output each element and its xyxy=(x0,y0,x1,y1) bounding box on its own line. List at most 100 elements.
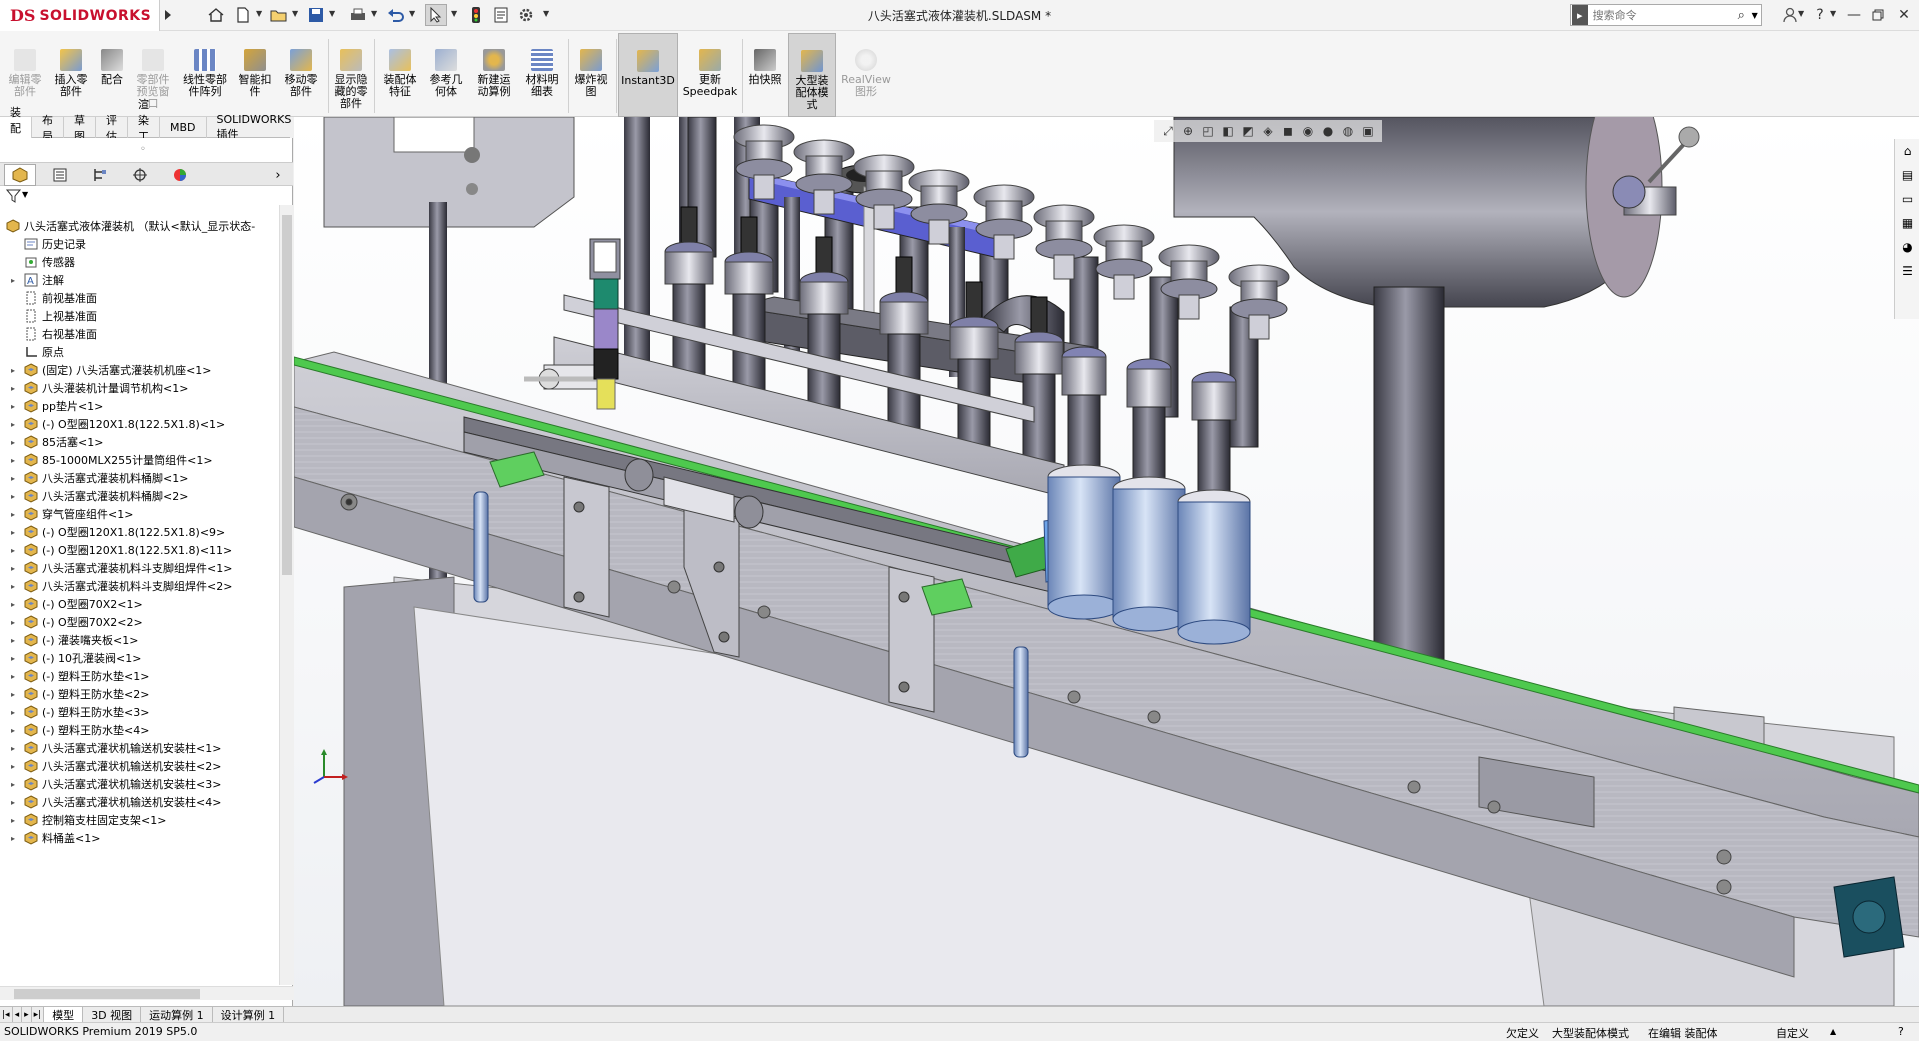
view-orientation-icon[interactable]: ◈ xyxy=(1258,122,1278,140)
undo-dropdown-icon[interactable]: ▼ xyxy=(409,9,415,18)
panel-expand-icon[interactable]: › xyxy=(266,164,290,186)
tree-item[interactable]: ▸ (-) 灌装嘴夹板<1> xyxy=(0,631,278,649)
previous-view-icon[interactable]: ◰ xyxy=(1198,122,1218,140)
tree-item[interactable]: ▸ 八头活塞式灌状机输送机安装柱<2> xyxy=(0,757,278,775)
search-icon[interactable]: ⌕ xyxy=(1738,8,1752,23)
expand-arrow-icon[interactable]: ▸ xyxy=(8,618,18,627)
edit-component-button[interactable]: 编辑零 部件 xyxy=(2,33,48,117)
solidworks-resources-icon[interactable]: ⌂ xyxy=(1895,139,1919,163)
show-hidden-components-button[interactable]: 显示隐 藏的零 部件 xyxy=(330,33,372,117)
undo-icon[interactable] xyxy=(385,4,407,26)
save-icon[interactable] xyxy=(305,4,327,26)
exploded-view-button[interactable]: 爆炸视 图 xyxy=(570,33,612,117)
search-dropdown-icon[interactable]: ▼ xyxy=(1752,11,1761,20)
tree-item[interactable]: 历史记录 xyxy=(0,235,278,253)
tree-item[interactable]: ▸ (-) O型圈70X2<2> xyxy=(0,613,278,631)
display-manager-tab-icon[interactable] xyxy=(164,164,196,186)
tab-motion-study[interactable]: 运动算例 1 xyxy=(141,1007,213,1023)
print-dropdown-icon[interactable]: ▼ xyxy=(371,9,377,18)
display-style-icon[interactable]: ◼ xyxy=(1278,122,1298,140)
rebuild-traffic-light-icon[interactable] xyxy=(465,4,487,26)
realview-graphics-button[interactable]: RealView 图形 xyxy=(838,33,894,117)
custom-properties-icon[interactable]: ☰ xyxy=(1895,259,1919,283)
smart-fasteners-button[interactable]: 智能扣 件 xyxy=(234,33,276,117)
property-manager-tab-icon[interactable] xyxy=(44,164,76,186)
menu-expand-icon[interactable] xyxy=(162,6,174,24)
tree-item[interactable]: ▸ 八头活塞式灌装机料斗支脚组焊件<2> xyxy=(0,577,278,595)
search-commands[interactable]: ▸ ⌕ ▼ xyxy=(1570,4,1762,26)
large-assembly-mode-button[interactable]: 大型装 配体模 式 xyxy=(788,33,836,117)
tab-evaluate[interactable]: 评估 xyxy=(96,114,128,143)
expand-arrow-icon[interactable]: ▸ xyxy=(8,474,18,483)
expand-arrow-icon[interactable]: ▸ xyxy=(8,726,18,735)
tab-nav-last-icon[interactable]: ▸| xyxy=(32,1007,45,1023)
tab-solidworks-addins[interactable]: SOLIDWORKS 插件 xyxy=(207,113,303,141)
tab-model[interactable]: 模型 xyxy=(44,1007,84,1023)
tree-root-assembly[interactable]: 八头活塞式液体灌装机 （默认<默认_显示状态- xyxy=(0,217,278,235)
tree-item[interactable]: ▸ pp垫片<1> xyxy=(0,397,278,415)
tree-item[interactable]: ▸ (-) O型圈120X1.8(122.5X1.8)<9> xyxy=(0,523,278,541)
zoom-to-fit-icon[interactable]: ⤢ xyxy=(1158,122,1178,140)
restore-icon[interactable] xyxy=(1866,4,1890,26)
zoom-area-icon[interactable]: ⊕ xyxy=(1178,122,1198,140)
options-dropdown-icon[interactable]: ▼ xyxy=(543,9,549,18)
help-icon[interactable]: ? xyxy=(1808,4,1832,26)
units-dropdown-icon[interactable]: ▲ xyxy=(1830,1027,1836,1036)
tree-item[interactable]: 右视基准面 xyxy=(0,325,278,343)
search-scope-icon[interactable]: ▸ xyxy=(1572,5,1588,25)
help-status-icon[interactable]: ? xyxy=(1898,1025,1904,1038)
user-dropdown-icon[interactable]: ▼ xyxy=(1798,9,1804,18)
tab-nav-next-icon[interactable]: ▸ xyxy=(22,1007,32,1023)
tab-nav-prev-icon[interactable]: ◂ xyxy=(13,1007,23,1023)
insert-component-button[interactable]: 插入零 部件 xyxy=(48,33,94,117)
tree-item[interactable]: 传感器 xyxy=(0,253,278,271)
expand-arrow-icon[interactable]: ▸ xyxy=(8,492,18,501)
tree-item[interactable]: ▸ (-) O型圈120X1.8(122.5X1.8)<1> xyxy=(0,415,278,433)
tree-item[interactable]: 上视基准面 xyxy=(0,307,278,325)
home-icon[interactable] xyxy=(205,4,227,26)
dimxpert-tab-icon[interactable] xyxy=(124,164,156,186)
scrollbar-thumb[interactable] xyxy=(14,989,200,999)
tree-item[interactable]: ▸ 控制箱支柱固定支架<1> xyxy=(0,811,278,829)
feature-manager-tab-icon[interactable] xyxy=(4,164,36,186)
new-document-icon[interactable] xyxy=(232,4,254,26)
options-gear-icon[interactable] xyxy=(515,4,537,26)
assembly-features-button[interactable]: 装配体 特征 xyxy=(378,33,422,117)
help-dropdown-icon[interactable]: ▼ xyxy=(1830,9,1836,18)
filter-dropdown-icon[interactable]: ▼ xyxy=(22,190,28,199)
expand-arrow-icon[interactable]: ▸ xyxy=(8,546,18,555)
expand-arrow-icon[interactable]: ▸ xyxy=(8,420,18,429)
print-icon[interactable] xyxy=(347,4,369,26)
filter-icon[interactable] xyxy=(6,188,22,204)
expand-arrow-icon[interactable]: ▸ xyxy=(8,276,18,285)
expand-arrow-icon[interactable]: ▸ xyxy=(8,366,18,375)
graphics-viewport[interactable]: ⤢ ⊕ ◰ ◧ ◩ ◈ ◼ ◉ ● ◍ ▣ ⬚ ⬜ ❐ ✕ ⌂ ▤ ▭ ▦ ◕ … xyxy=(294,117,1919,1006)
expand-arrow-icon[interactable]: ▸ xyxy=(8,672,18,681)
expand-arrow-icon[interactable]: ▸ xyxy=(8,600,18,609)
component-preview-button[interactable]: 零部件 预览窗 口 xyxy=(130,33,176,117)
tree-item[interactable]: ▸ (-) 塑料王防水垫<2> xyxy=(0,685,278,703)
tab-design-study[interactable]: 设计算例 1 xyxy=(213,1007,285,1023)
reference-geometry-button[interactable]: 参考几 何体 xyxy=(424,33,468,117)
tab-render-tools[interactable]: 渲染工具 xyxy=(128,98,160,159)
tree-item[interactable]: ▸ 穿气管座组件<1> xyxy=(0,505,278,523)
new-dropdown-icon[interactable]: ▼ xyxy=(256,9,262,18)
view-palette-icon[interactable]: ▦ xyxy=(1895,211,1919,235)
tree-item[interactable]: ▸ 八头灌装机计量调节机构<1> xyxy=(0,379,278,397)
assembly-model-render[interactable] xyxy=(294,117,1919,1006)
tab-mbd[interactable]: MBD xyxy=(160,117,207,138)
take-snapshot-button[interactable]: 拍快照 xyxy=(744,33,786,117)
expand-arrow-icon[interactable]: ▸ xyxy=(8,798,18,807)
open-dropdown-icon[interactable]: ▼ xyxy=(292,9,298,18)
tree-item[interactable]: ▸ 八头活塞式灌状机输送机安装柱<4> xyxy=(0,793,278,811)
tree-item[interactable]: ▸ 八头活塞式灌装机料桶脚<1> xyxy=(0,469,278,487)
appearances-icon[interactable]: ◕ xyxy=(1895,235,1919,259)
expand-arrow-icon[interactable]: ▸ xyxy=(8,384,18,393)
tree-item[interactable]: ▸ 85活塞<1> xyxy=(0,433,278,451)
move-component-button[interactable]: 移动零 部件 xyxy=(278,33,324,117)
expand-arrow-icon[interactable]: ▸ xyxy=(8,780,18,789)
tree-item[interactable]: ▸ (-) 塑料王防水垫<4> xyxy=(0,721,278,739)
tree-item[interactable]: ▸ 八头活塞式灌状机输送机安装柱<1> xyxy=(0,739,278,757)
expand-arrow-icon[interactable]: ▸ xyxy=(8,834,18,843)
new-motion-study-button[interactable]: 新建运 动算例 xyxy=(472,33,516,117)
